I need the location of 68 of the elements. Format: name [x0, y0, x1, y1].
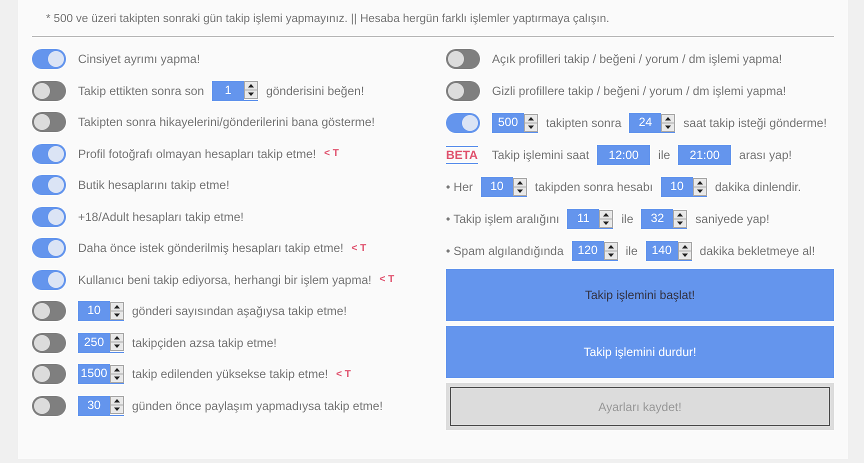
stop-button[interactable]: Takip işlemini durdur!	[446, 326, 834, 378]
note-text: * 500 ve üzeri takipten sonraki gün takip işlemi yapmayınız. || Hesaba hergün farklı işlemler yaptırmaya çalışın.	[45, 12, 610, 27]
start-button[interactable]: Takip işlemini başlat!	[446, 269, 834, 321]
spinner-icon[interactable]	[599, 210, 614, 228]
option-label: takipden sonra hesabı	[534, 180, 653, 194]
option-label: Açık profilleri takip / beğeni / yorum / dm işlemi yapma!	[492, 52, 782, 66]
spinner-icon[interactable]	[110, 333, 124, 351]
tag-label: < T	[324, 148, 339, 159]
toggle-switch[interactable]	[32, 270, 66, 290]
toggle-switch[interactable]	[32, 332, 66, 352]
option-label: Butik hesaplarını takip etme!	[78, 178, 230, 192]
spinner-icon[interactable]	[512, 178, 527, 196]
option-label: günden önce paylaşım yapmadıysa takip etme!	[132, 398, 383, 412]
beta-badge: BETA	[446, 146, 478, 164]
option-label: ile	[621, 212, 634, 226]
spinner-icon[interactable]	[110, 302, 124, 320]
option-label: dakika bekletmeye al!	[700, 244, 816, 258]
spinner-icon[interactable]	[110, 364, 124, 382]
tag-label: < T	[351, 242, 366, 254]
option-label: ile	[658, 148, 670, 162]
option-label: takipten sonra	[546, 116, 622, 130]
option-label: Takipten sonra hikayelerini/gönderilerini bana gösterme!	[78, 115, 375, 129]
toggle-switch[interactable]	[32, 80, 66, 100]
option-label: arası yap!	[739, 148, 792, 162]
toggle-switch[interactable]	[446, 113, 480, 133]
option-label: Kullanıcı beni takip ediyorsa, herhangi bir işlem yapma!	[78, 272, 372, 286]
save-button[interactable]: Ayarları kaydet!	[446, 383, 834, 430]
option-label: • Takip işlem aralığını	[446, 212, 560, 226]
toggle-switch[interactable]	[32, 396, 66, 416]
spinner-icon[interactable]	[244, 81, 258, 99]
option-label: saniyede yap!	[695, 212, 770, 226]
time-field[interactable]: 21:00	[678, 145, 732, 165]
option-label: dakika dinlendir.	[714, 180, 802, 194]
option-label: Profil fotoğrafı olmayan hesapları takip etme!	[78, 146, 316, 160]
option-label: Takip ettikten sonra son	[78, 84, 204, 98]
option-label: • Her	[446, 180, 473, 194]
spinner-icon[interactable]	[524, 114, 538, 132]
toggle-switch[interactable]	[32, 301, 66, 321]
spinner-icon[interactable]	[661, 114, 676, 132]
tag-label: < T	[379, 274, 394, 285]
option-label: saat takip isteği gönderme!	[683, 116, 827, 130]
option-label: gönderi sayısından aşağıysa takip etme!	[132, 304, 347, 318]
option-label: Gizli profillere takip / beğeni / yorum / dm işlemi yapma!	[492, 84, 786, 98]
spinner-icon[interactable]	[692, 178, 707, 196]
spinner-icon[interactable]	[678, 242, 692, 260]
tag-label: < T	[336, 368, 351, 380]
option-label: Cinsiyet ayrımı yapma!	[78, 52, 200, 66]
option-label: +18/Adult hesapları takip etme!	[78, 210, 244, 224]
time-field[interactable]: 12:00	[597, 145, 650, 165]
toggle-switch[interactable]	[32, 144, 66, 164]
toggle-switch[interactable]	[32, 112, 66, 132]
option-label: Takip işlemini saat	[492, 148, 590, 162]
option-label: gönderisini beğen!	[266, 84, 364, 98]
option-label: ile	[626, 244, 638, 258]
toggle-switch[interactable]	[446, 81, 480, 101]
toggle-switch[interactable]	[32, 364, 66, 384]
toggle-switch[interactable]	[446, 49, 480, 69]
spinner-icon[interactable]	[673, 210, 688, 228]
spinner-icon[interactable]	[604, 242, 618, 260]
toggle-switch[interactable]	[32, 175, 66, 195]
spinner-icon[interactable]	[110, 396, 124, 414]
option-label: • Spam algılandığında	[446, 244, 564, 258]
option-label: takip edilenden yüksekse takip etme!	[132, 367, 328, 381]
toggle-switch[interactable]	[32, 206, 66, 226]
toggle-switch[interactable]	[32, 238, 66, 258]
toggle-switch[interactable]	[32, 49, 66, 69]
option-label: takipçiden azsa takip etme!	[132, 336, 277, 350]
option-label: Daha önce istek gönderilmiş hesapları takip etme!	[78, 241, 344, 255]
